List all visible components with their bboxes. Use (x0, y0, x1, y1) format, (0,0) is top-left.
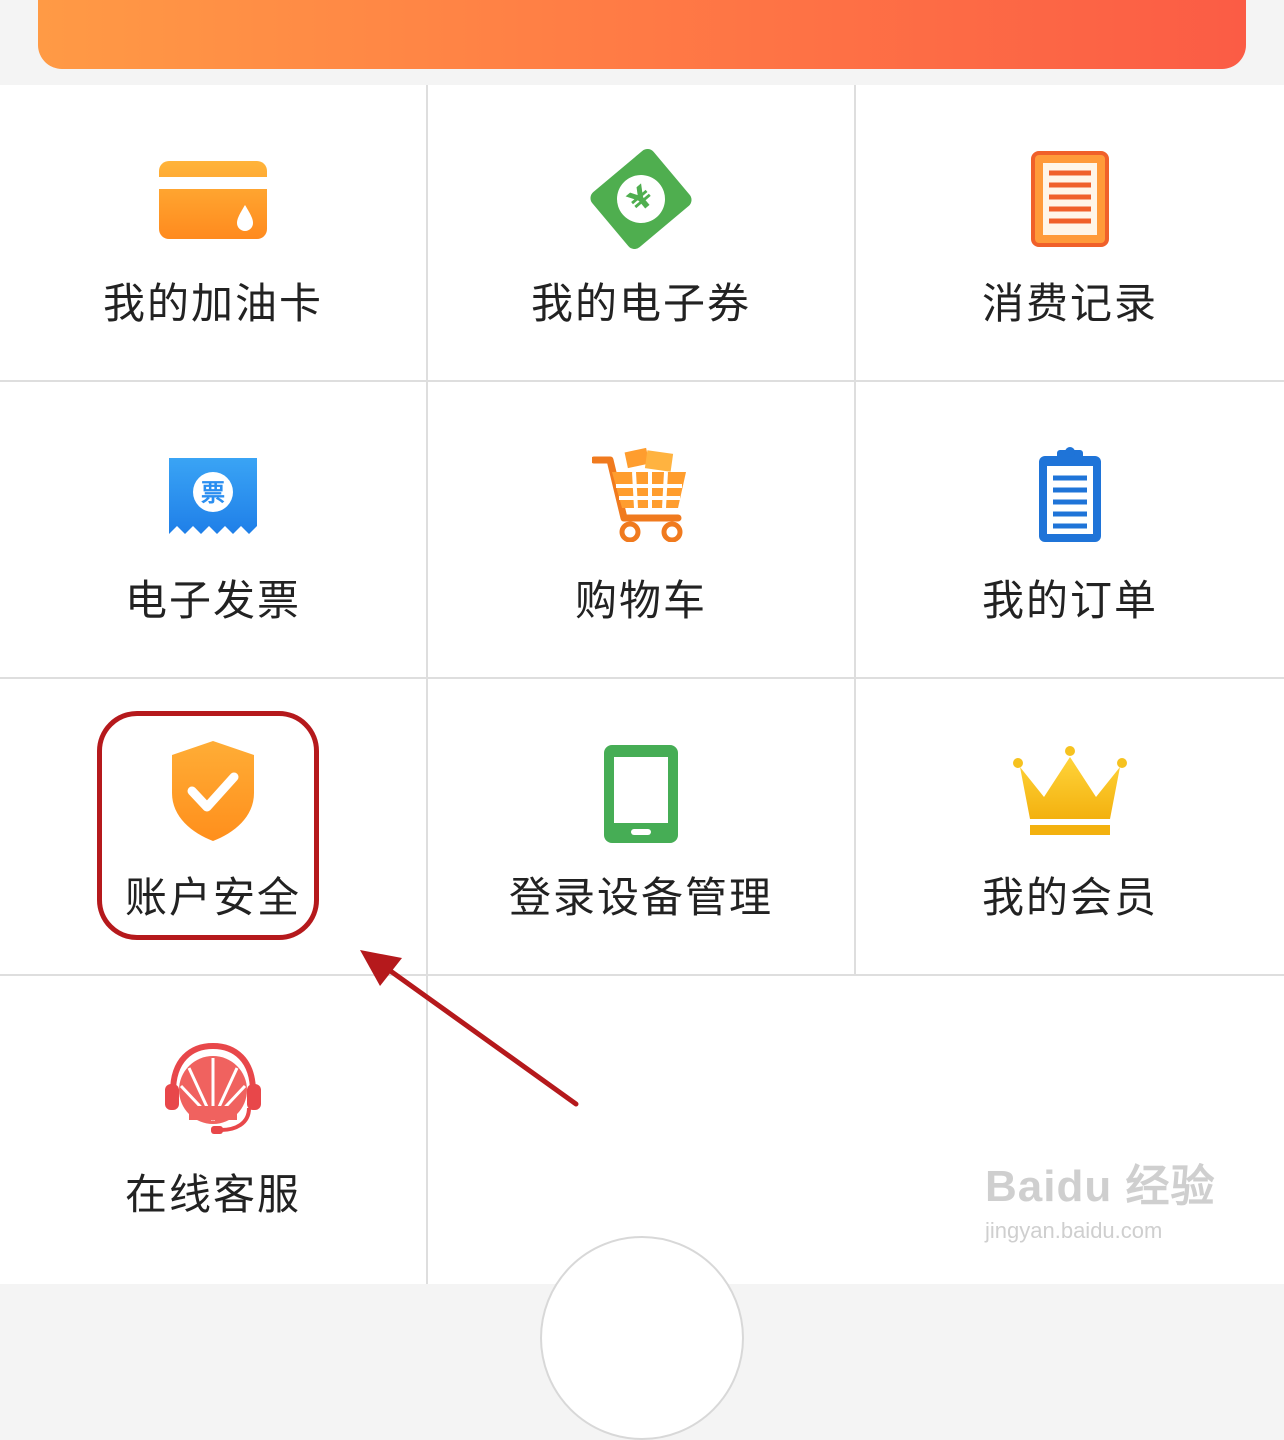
watermark-logo: Baidu 经验 (985, 1162, 1216, 1211)
invoice-icon: 票 (169, 458, 257, 534)
orders-clipboard-icon (1039, 447, 1101, 542)
menu-item-invoice[interactable]: 票 电子发票 (0, 382, 426, 677)
menu-item-label: 我的加油卡 (102, 279, 323, 328)
menu-item-e-coupon[interactable]: ¥ 我的电子券 (428, 85, 854, 380)
menu-item-orders[interactable]: 我的订单 (856, 382, 1284, 677)
menu-item-shopping-cart[interactable]: 购物车 (428, 382, 854, 677)
menu-item-account-security[interactable]: 账户安全 (0, 679, 426, 974)
menu-item-label: 电子发票 (124, 576, 301, 625)
menu-item-label: 我的订单 (981, 576, 1158, 625)
menu-item-label: 消费记录 (981, 279, 1158, 328)
menu-item-membership[interactable]: 我的会员 (856, 679, 1284, 974)
fuel-card-icon (159, 161, 267, 239)
menu-item-label: 购物车 (574, 576, 707, 625)
invoice-glyph: 票 (201, 479, 225, 507)
tablet-device-icon (604, 745, 678, 843)
watermark-url: jingyan.baidu.com (985, 1218, 1163, 1243)
e-coupon-icon: ¥ (590, 148, 692, 250)
crown-icon (1013, 746, 1127, 835)
menu-item-label: 登录设备管理 (508, 873, 773, 922)
menu-item-fuel-card[interactable]: 我的加油卡 (0, 85, 426, 380)
menu-item-label: 我的会员 (981, 873, 1158, 922)
menu-item-label: 在线客服 (124, 1170, 301, 1219)
menu-item-records[interactable]: 消费记录 (856, 85, 1284, 380)
menu-item-device-management[interactable]: 登录设备管理 (428, 679, 854, 974)
top-banner (38, 0, 1246, 69)
records-icon (1031, 151, 1109, 247)
customer-service-icon (165, 1042, 261, 1134)
menu-item-label: 我的电子券 (530, 279, 751, 328)
menu-item-label: 账户安全 (124, 873, 301, 922)
baidu-jingyan-watermark: Baidu 经验 jingyan.baidu.com (985, 1150, 1215, 1244)
service-grid: 我的加油卡 ¥ 我的电子券 消费记录 票 电子发票 购物车 我的订单 账户安全 … (0, 85, 1284, 1284)
shopping-cart-icon (592, 447, 686, 542)
bottom-nav-center-button[interactable] (540, 1236, 744, 1440)
shield-check-icon (172, 741, 254, 841)
menu-item-customer-service[interactable]: 在线客服 (0, 976, 426, 1284)
